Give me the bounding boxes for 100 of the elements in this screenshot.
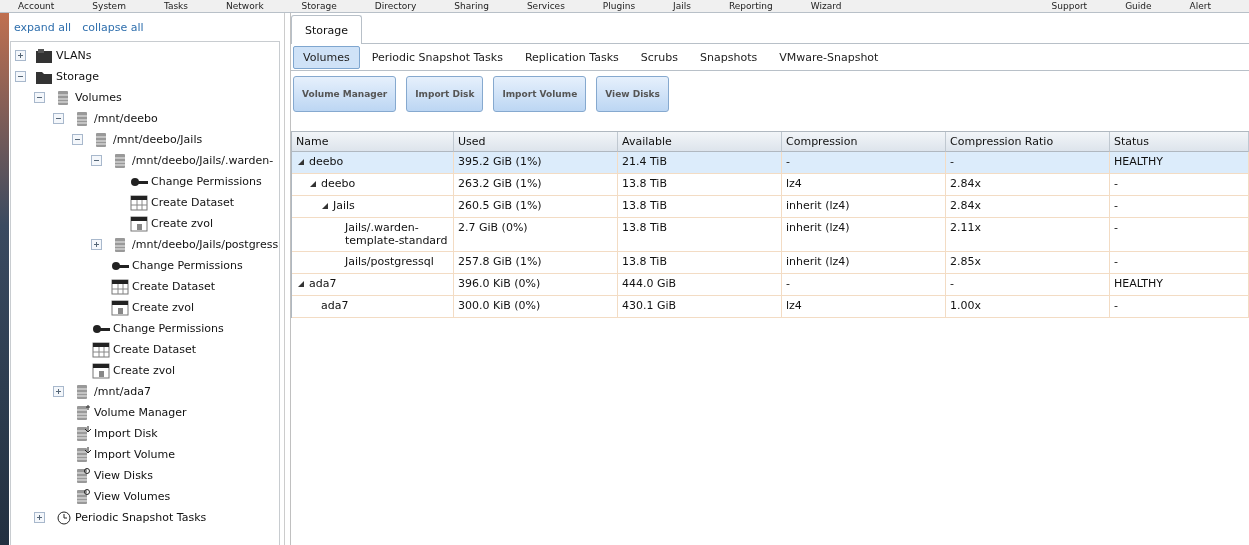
- expand-icon[interactable]: [53, 386, 64, 397]
- table-cell: -: [1110, 296, 1249, 318]
- table-icon: [111, 278, 129, 295]
- tree-item[interactable]: Create zvol: [132, 301, 195, 314]
- table-cell: Jails: [292, 196, 454, 218]
- menu-item[interactable]: System: [92, 0, 126, 12]
- tree-item[interactable]: Create Dataset: [113, 343, 197, 356]
- tree-item[interactable]: /mnt/deebo/Jails/postgress: [132, 238, 279, 251]
- tree-item[interactable]: View Volumes: [94, 490, 171, 503]
- table-cell: inherit (lz4): [782, 218, 946, 252]
- menu-item[interactable]: Storage: [301, 0, 337, 12]
- sub-tab[interactable]: VMware-Snapshot: [769, 45, 889, 69]
- column-header[interactable]: Used: [454, 132, 618, 152]
- menu-item[interactable]: Alert: [1189, 0, 1211, 12]
- menu-item[interactable]: Jails: [673, 0, 691, 12]
- table-cell: -: [782, 152, 946, 174]
- tree-item[interactable]: Create zvol: [113, 364, 176, 377]
- tree-link[interactable]: expand all: [14, 21, 72, 34]
- sub-tab[interactable]: Replication Tasks: [514, 45, 629, 69]
- column-header[interactable]: Compression: [782, 132, 946, 152]
- sub-tab[interactable]: Snapshots: [690, 45, 768, 69]
- column-header[interactable]: Name: [292, 132, 454, 152]
- table-cell: ada7: [292, 274, 454, 296]
- sub-tab[interactable]: Scrubs: [630, 45, 689, 69]
- action-button[interactable]: Import Volume: [493, 76, 587, 112]
- clock-icon: [54, 509, 72, 526]
- sub-tab[interactable]: Volumes: [293, 45, 360, 69]
- menu-item[interactable]: Directory: [374, 0, 417, 12]
- table-cell: 2.85x: [946, 252, 1110, 274]
- menu-item[interactable]: Network: [226, 0, 264, 12]
- table-cell: 263.2 GiB (1%): [454, 174, 618, 196]
- tree-item[interactable]: Create Dataset: [151, 196, 235, 209]
- table-cell: 13.8 TiB: [618, 196, 782, 218]
- collapse-icon[interactable]: [91, 155, 102, 166]
- table-cell: -: [1110, 196, 1249, 218]
- table-cell: 13.8 TiB: [618, 218, 782, 252]
- network-icon: [35, 47, 53, 64]
- collapse-icon[interactable]: [310, 181, 316, 187]
- table-icon: [130, 215, 148, 232]
- tree-item[interactable]: View Disks: [94, 469, 153, 482]
- column-header[interactable]: Available: [618, 132, 782, 152]
- column-header[interactable]: Compression Ratio: [946, 132, 1110, 152]
- table-cell: 257.8 GiB (1%): [454, 252, 618, 274]
- collapse-icon[interactable]: [15, 71, 26, 82]
- collapse-icon[interactable]: [34, 92, 45, 103]
- tree-item[interactable]: /mnt/deebo: [94, 112, 158, 125]
- tree-item[interactable]: /mnt/deebo/Jails/.warden-: [132, 154, 274, 167]
- tree-item[interactable]: /mnt/ada7: [94, 385, 151, 398]
- tree-item[interactable]: Volume Manager: [94, 406, 187, 419]
- table-cell: ada7: [292, 296, 454, 318]
- table-cell: 300.0 KiB (0%): [454, 296, 618, 318]
- tab[interactable]: Storage: [291, 15, 363, 44]
- menu-item[interactable]: Account: [18, 0, 55, 12]
- table-cell: deebo: [292, 174, 454, 196]
- table-cell: 2.11x: [946, 218, 1110, 252]
- tree-item[interactable]: VLANs: [56, 49, 92, 62]
- expand-icon[interactable]: [91, 239, 102, 250]
- table-cell: 260.5 GiB (1%): [454, 196, 618, 218]
- table-cell: -: [946, 274, 1110, 296]
- table-icon: [111, 299, 129, 316]
- expand-icon[interactable]: [15, 50, 26, 61]
- column-header[interactable]: Status: [1110, 132, 1249, 152]
- collapse-icon[interactable]: [298, 281, 304, 287]
- menu-item[interactable]: Guide: [1125, 0, 1152, 12]
- menu-item[interactable]: Tasks: [163, 0, 189, 12]
- action-button[interactable]: Import Disk: [406, 76, 484, 112]
- menu-item[interactable]: Plugins: [602, 0, 636, 12]
- tree-item[interactable]: /mnt/deebo/Jails: [113, 133, 203, 146]
- tree-item[interactable]: Create Dataset: [132, 280, 216, 293]
- tree-item[interactable]: Change Permissions: [113, 322, 224, 335]
- tree-item[interactable]: Change Permissions: [132, 259, 243, 272]
- table-cell: -: [1110, 174, 1249, 196]
- table-icon: [92, 341, 110, 358]
- sub-tab[interactable]: Periodic Snapshot Tasks: [361, 45, 513, 69]
- collapse-icon[interactable]: [322, 203, 328, 209]
- menu-item[interactable]: Sharing: [454, 0, 489, 12]
- action-button[interactable]: View Disks: [596, 76, 669, 112]
- menu-item[interactable]: Services: [526, 0, 565, 12]
- collapse-icon[interactable]: [298, 159, 304, 165]
- tree-item[interactable]: Create zvol: [151, 217, 214, 230]
- expand-icon[interactable]: [34, 512, 45, 523]
- table-cell: inherit (lz4): [782, 252, 946, 274]
- tree-item[interactable]: Import Disk: [94, 427, 158, 440]
- table-icon: [92, 362, 110, 379]
- table-cell: 444.0 GiB: [618, 274, 782, 296]
- table-cell: 13.8 TiB: [618, 252, 782, 274]
- tree-item[interactable]: Import Volume: [94, 448, 175, 461]
- collapse-icon[interactable]: [72, 134, 83, 145]
- tree-item[interactable]: Change Permissions: [151, 175, 262, 188]
- tree-item[interactable]: Volumes: [75, 91, 122, 104]
- menu-item[interactable]: Wizard: [810, 0, 842, 12]
- tree-item[interactable]: Storage: [56, 70, 100, 83]
- table-cell: 21.4 TiB: [618, 152, 782, 174]
- action-button[interactable]: Volume Manager: [293, 76, 397, 112]
- table-cell: 2.84x: [946, 196, 1110, 218]
- menu-item[interactable]: Reporting: [728, 0, 773, 12]
- tree-item[interactable]: Periodic Snapshot Tasks: [75, 511, 207, 524]
- collapse-icon[interactable]: [53, 113, 64, 124]
- tree-link[interactable]: collapse all: [82, 21, 144, 34]
- menu-item[interactable]: Support: [1051, 0, 1088, 12]
